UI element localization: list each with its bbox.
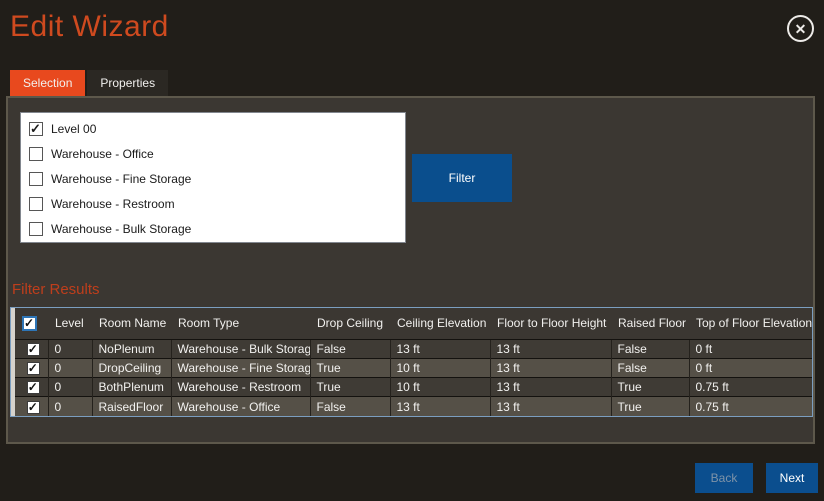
table-row[interactable]: 0 RaisedFloor Warehouse - Office False 1… — [15, 397, 812, 416]
cell-drop-ceiling: True — [310, 358, 390, 377]
close-icon[interactable]: ✕ — [787, 15, 814, 42]
cell-raised-floor: False — [611, 339, 689, 358]
cell-level: 0 — [48, 358, 92, 377]
cell-room-name: RaisedFloor — [92, 397, 171, 416]
cell-floor-to-floor-height: 13 ft — [490, 378, 611, 397]
cell-drop-ceiling: False — [310, 339, 390, 358]
list-item-warehouse-office[interactable]: Warehouse - Office — [21, 141, 405, 166]
cell-ceiling-elevation: 10 ft — [390, 358, 490, 377]
cell-floor-to-floor-height: 13 ft — [490, 358, 611, 377]
tab-bar: Selection Properties — [10, 70, 168, 96]
list-item-warehouse-bulk-storage[interactable]: Warehouse - Bulk Storage — [21, 216, 405, 241]
cell-room-type: Warehouse - Office — [171, 397, 310, 416]
cell-top-of-floor-elevation: 0 ft — [689, 339, 812, 358]
page-title: Edit Wizard — [10, 10, 169, 44]
cell-room-type: Warehouse - Fine Storage — [171, 358, 310, 377]
list-item-warehouse-restroom[interactable]: Warehouse - Restroom — [21, 191, 405, 216]
row-checkbox[interactable] — [27, 362, 40, 375]
row-checkbox[interactable] — [27, 343, 40, 356]
cell-room-type: Warehouse - Restroom — [171, 378, 310, 397]
cell-room-name: BothPlenum — [92, 378, 171, 397]
list-item-label: Warehouse - Office — [51, 147, 154, 161]
column-header-top-of-floor-elevation[interactable]: Top of Floor Elevation — [689, 308, 812, 339]
column-header-raised-floor[interactable]: Raised Floor — [611, 308, 689, 339]
tab-selection[interactable]: Selection — [10, 70, 85, 96]
list-item-label: Warehouse - Restroom — [51, 197, 175, 211]
cell-level: 0 — [48, 378, 92, 397]
checkbox-checked-icon[interactable] — [29, 122, 43, 136]
tab-properties[interactable]: Properties — [87, 70, 168, 96]
column-header-room-type[interactable]: Room Type — [171, 308, 310, 339]
selection-panel: Level 00 Warehouse - Office Warehouse - … — [6, 96, 815, 444]
cell-raised-floor: True — [611, 397, 689, 416]
cell-ceiling-elevation: 10 ft — [390, 378, 490, 397]
cell-top-of-floor-elevation: 0.75 ft — [689, 397, 812, 416]
list-item-label: Warehouse - Bulk Storage — [51, 222, 191, 236]
next-button[interactable]: Next — [766, 463, 818, 493]
table-row[interactable]: 0 BothPlenum Warehouse - Restroom True 1… — [15, 378, 812, 397]
back-button[interactable]: Back — [695, 463, 753, 493]
cell-level: 0 — [48, 397, 92, 416]
cell-drop-ceiling: True — [310, 378, 390, 397]
checkbox-unchecked-icon[interactable] — [29, 222, 43, 236]
cell-level: 0 — [48, 339, 92, 358]
cell-ceiling-elevation: 13 ft — [390, 339, 490, 358]
checkbox-unchecked-icon[interactable] — [29, 172, 43, 186]
select-all-checkbox[interactable] — [22, 316, 37, 331]
column-header-drop-ceiling[interactable]: Drop Ceiling — [310, 308, 390, 339]
filter-button[interactable]: Filter — [412, 154, 512, 202]
edit-wizard-dialog: { "window": { "title": "Edit Wizard" }, … — [0, 0, 824, 501]
list-item-label: Level 00 — [51, 122, 96, 136]
cell-top-of-floor-elevation: 0 ft — [689, 358, 812, 377]
cell-room-name: DropCeiling — [92, 358, 171, 377]
level-room-listbox: Level 00 Warehouse - Office Warehouse - … — [20, 112, 406, 243]
table-row[interactable]: 0 DropCeiling Warehouse - Fine Storage T… — [15, 358, 812, 377]
table-row[interactable]: 0 NoPlenum Warehouse - Bulk Storage Fals… — [15, 339, 812, 358]
column-header-ceiling-elevation[interactable]: Ceiling Elevation — [390, 308, 490, 339]
column-header-level[interactable]: Level — [48, 308, 92, 339]
checkbox-unchecked-icon[interactable] — [29, 147, 43, 161]
list-item-label: Warehouse - Fine Storage — [51, 172, 191, 186]
cell-raised-floor: False — [611, 358, 689, 377]
filter-results-title: Filter Results — [12, 281, 100, 298]
cell-floor-to-floor-height: 13 ft — [490, 339, 611, 358]
cell-room-name: NoPlenum — [92, 339, 171, 358]
row-checkbox[interactable] — [27, 401, 40, 414]
cell-top-of-floor-elevation: 0.75 ft — [689, 378, 812, 397]
column-header-room-name[interactable]: Room Name — [92, 308, 171, 339]
list-item-warehouse-fine-storage[interactable]: Warehouse - Fine Storage — [21, 166, 405, 191]
column-header-floor-to-floor-height[interactable]: Floor to Floor Height — [490, 308, 611, 339]
cell-room-type: Warehouse - Bulk Storage — [171, 339, 310, 358]
checkbox-unchecked-icon[interactable] — [29, 197, 43, 211]
cell-drop-ceiling: False — [310, 397, 390, 416]
cell-floor-to-floor-height: 13 ft — [490, 397, 611, 416]
cell-ceiling-elevation: 13 ft — [390, 397, 490, 416]
list-item-level-00[interactable]: Level 00 — [21, 116, 405, 141]
cell-raised-floor: True — [611, 378, 689, 397]
row-checkbox[interactable] — [27, 381, 40, 394]
grid-header-row: Level Room Name Room Type Drop Ceiling C… — [15, 308, 812, 339]
filter-results-grid: Level Room Name Room Type Drop Ceiling C… — [10, 307, 813, 417]
